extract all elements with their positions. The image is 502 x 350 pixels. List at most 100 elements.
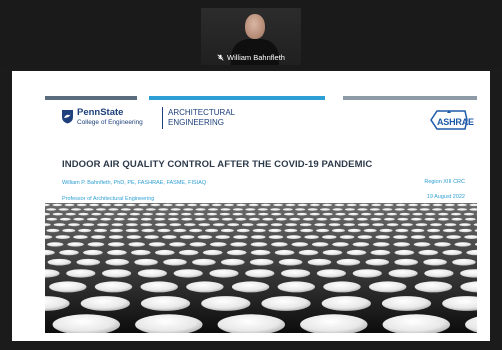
sphere-disc — [458, 228, 472, 233]
sphere-disc — [346, 203, 357, 207]
sphere-disc — [198, 223, 211, 227]
sphere-disc — [219, 212, 231, 216]
sphere-disc — [430, 223, 442, 227]
sphere-disc — [78, 228, 92, 233]
slide-title: INDOOR AIR QUALITY CONTROL AFTER THE COV… — [62, 159, 373, 170]
sphere-disc — [120, 208, 131, 211]
sphere-disc — [101, 203, 112, 207]
sphere-disc — [401, 223, 413, 227]
sphere-disc — [274, 249, 295, 256]
sphere-disc — [137, 269, 167, 278]
sphere-disc — [371, 203, 382, 207]
sphere-disc — [297, 203, 308, 207]
sphere-disc — [397, 217, 409, 221]
sphere-disc — [189, 242, 207, 247]
sphere-disc — [454, 242, 472, 247]
sphere-disc — [64, 203, 75, 207]
sphere-disc — [245, 269, 275, 278]
sphere-disc — [210, 242, 227, 247]
sphere-disc — [126, 235, 142, 239]
sphere-disc — [181, 217, 193, 221]
sphere-disc — [209, 269, 239, 278]
sphere-disc — [158, 208, 169, 211]
sphere-disc — [97, 223, 109, 227]
sphere-disc — [365, 258, 390, 266]
sphere-disc — [295, 208, 306, 211]
sphere-disc — [314, 223, 327, 227]
sphere-disc — [363, 228, 377, 233]
department-name: ARCHITECTURAL ENGINEERING — [168, 108, 288, 128]
sphere-disc — [282, 208, 293, 211]
sphere-disc — [278, 258, 303, 266]
sphere-disc — [67, 242, 84, 247]
sphere-disc — [215, 235, 230, 239]
sphere-disc — [412, 212, 423, 216]
sphere-disc — [329, 217, 341, 221]
sphere-disc — [343, 217, 355, 221]
sphere-disc — [232, 212, 243, 216]
sphere-disc — [395, 203, 406, 207]
college-name: College of Engineering — [77, 119, 143, 126]
sphere-disc — [423, 258, 447, 266]
sphere-disc — [82, 223, 95, 227]
sphere-disc — [307, 208, 318, 211]
sphere-disc — [145, 208, 156, 211]
sphere-disc — [46, 242, 64, 247]
sphere-disc — [113, 203, 124, 207]
sphere-disc — [155, 223, 167, 227]
sphere-disc — [346, 249, 367, 256]
sphere-disc — [208, 208, 219, 211]
sphere-disc — [424, 217, 436, 221]
sphere-disc — [444, 208, 455, 211]
department-line-2: ENGINEERING — [168, 118, 225, 127]
sphere-disc — [369, 208, 380, 211]
sphere-disc — [432, 208, 443, 211]
sphere-disc — [236, 203, 247, 207]
accent-bar-blue — [149, 96, 325, 100]
sphere-disc — [232, 208, 244, 211]
sphere-disc — [258, 212, 269, 216]
sphere-disc — [393, 235, 408, 239]
sphere-disc — [411, 228, 425, 233]
sphere-disc — [275, 217, 287, 221]
sphere-disc — [83, 208, 94, 211]
sphere-disc — [91, 235, 106, 239]
sphere-disc — [73, 235, 88, 239]
shared-screen: PennState College of Engineering ARCHITE… — [12, 71, 490, 341]
penn-state-shield-icon — [62, 110, 73, 124]
sphere-disc — [248, 217, 260, 221]
sphere-disc — [104, 212, 115, 216]
sphere-disc — [107, 249, 127, 256]
sphere-disc — [256, 223, 269, 227]
sphere-disc — [66, 269, 96, 278]
sphere-disc — [257, 208, 268, 211]
sphere-disc — [94, 228, 107, 233]
sphere-disc — [261, 296, 311, 311]
sphere-disc — [140, 296, 191, 311]
sphere-disc — [233, 235, 248, 239]
sphere-disc — [273, 203, 284, 207]
sphere-disc — [186, 281, 224, 293]
sphere-disc — [241, 223, 254, 227]
sphere-disc — [194, 217, 206, 221]
sphere-disc — [323, 281, 361, 293]
sphere-disc — [173, 228, 187, 233]
sphere-disc — [131, 249, 151, 256]
participant-video-tile[interactable]: William Bahnfleth — [201, 8, 301, 65]
sphere-disc — [463, 212, 475, 216]
sphere-disc — [311, 242, 329, 247]
sphere-disc — [59, 217, 71, 221]
sphere-disc — [235, 217, 247, 221]
sphere-disc — [148, 242, 166, 247]
sphere-disc — [399, 212, 410, 216]
sphere-disc — [457, 203, 468, 207]
sphere-disc — [62, 228, 76, 233]
sphere-disc — [76, 203, 87, 207]
presenter-role: Professor of Architectural Engineering — [62, 196, 155, 202]
sphere-disc — [459, 223, 471, 227]
sphere-disc — [286, 235, 302, 239]
sphere-disc — [105, 258, 129, 266]
sphere-disc — [332, 228, 345, 233]
sphere-disc — [91, 212, 102, 216]
sphere-disc — [372, 223, 384, 227]
